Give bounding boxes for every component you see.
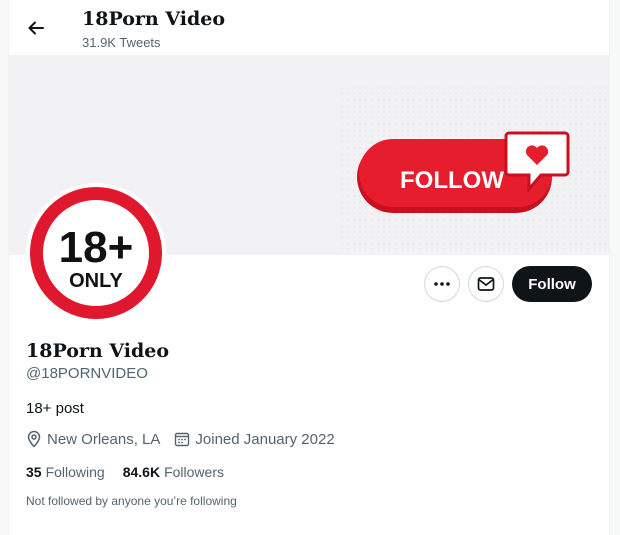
banner-follow-text: FOLLOW [400, 167, 504, 194]
following-link[interactable]: 35 Following [26, 464, 105, 480]
profile-header: 18Porn Video 31.9K Tweets [9, 0, 609, 55]
message-button[interactable] [468, 266, 504, 302]
profile-meta: New Orleans, LA Joined January 2022 [26, 430, 349, 448]
location-text: New Orleans, LA [47, 430, 161, 448]
not-followed-note: Not followed by anyone you’re following [26, 494, 237, 508]
profile-page: 18Porn Video 31.9K Tweets FOLLOW 18+ ONL… [8, 0, 610, 535]
tweet-count: 31.9K Tweets [82, 35, 161, 50]
profile-bio: 18+ post [26, 400, 84, 417]
followers-label: Followers [164, 464, 224, 480]
avatar[interactable]: 18+ ONLY [26, 183, 166, 323]
location: New Orleans, LA [26, 430, 160, 448]
joined-text: Joined January 2022 [195, 430, 335, 448]
ellipsis-icon [434, 282, 450, 286]
header-title: 18Porn Video [82, 8, 226, 30]
follow-button[interactable]: Follow [512, 266, 592, 302]
location-pin-icon [27, 430, 41, 448]
followers-count: 84.6K [122, 464, 161, 480]
arrow-left-icon [28, 21, 44, 35]
avatar-only: ONLY [69, 270, 123, 292]
more-button[interactable] [424, 266, 460, 302]
envelope-icon [477, 277, 495, 291]
joined-date: Joined January 2022 [174, 430, 335, 448]
avatar-badge: 18+ ONLY [30, 187, 162, 319]
following-label: Following [45, 464, 105, 480]
following-count: 35 [26, 464, 42, 480]
profile-handle: @18PORNVIDEO [26, 365, 148, 382]
avatar-age: 18+ [59, 223, 134, 272]
profile-name: 18Porn Video [26, 340, 170, 362]
followers-link[interactable]: 84.6K Followers [123, 464, 224, 480]
follow-counts: 35 Following 84.6K Followers [26, 464, 242, 480]
calendar-icon [175, 432, 190, 447]
back-button[interactable] [21, 13, 51, 43]
